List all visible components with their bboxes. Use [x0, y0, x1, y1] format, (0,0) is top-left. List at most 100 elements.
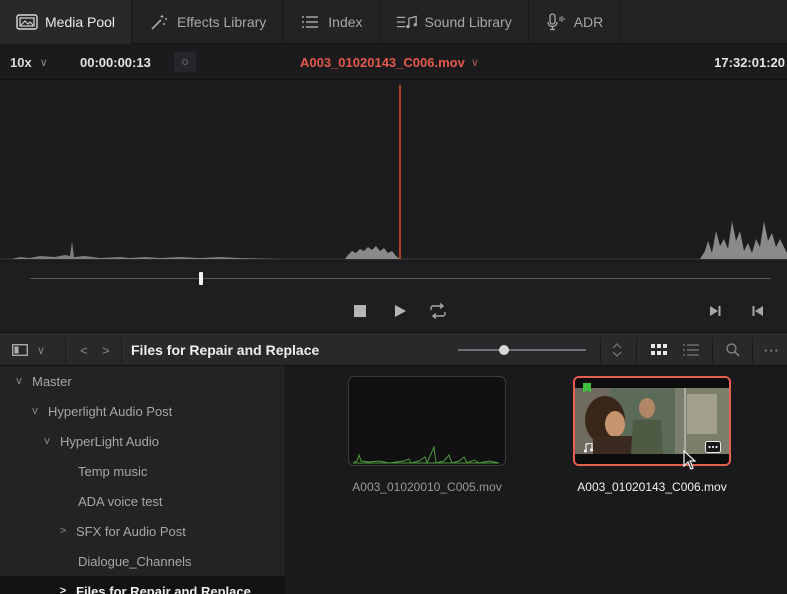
back-button[interactable]: < [80, 333, 88, 367]
bin-label: Hyperlight Audio Post [48, 403, 173, 419]
current-bin-title: Files for Repair and Replace [131, 342, 320, 358]
more-options-button[interactable]: ··· [764, 333, 780, 367]
tab-label: Index [328, 14, 363, 30]
sort-button[interactable] [612, 333, 622, 367]
media-pool-toolbar: ∨ < > Files for Repair and Replace ··· [0, 332, 787, 366]
play-button[interactable] [390, 301, 410, 321]
scrub-track [30, 278, 771, 279]
clip-thumbnail[interactable] [573, 376, 731, 466]
list-view-button[interactable] [683, 333, 699, 367]
record-indicator-button[interactable] [174, 52, 196, 72]
tab-sound-library[interactable]: Sound Library [380, 0, 529, 44]
clip-item-selected[interactable]: A003_01020143_C006.mov [573, 376, 733, 494]
timecode-display: 00:00:00:13 [80, 54, 151, 70]
tab-label: Media Pool [45, 14, 116, 30]
bin-label: Master [32, 373, 72, 389]
sort-updown-icon [612, 343, 622, 357]
bin-item-sfx-for-audio-post[interactable]: > SFX for Audio Post [0, 516, 285, 546]
chevron-down-icon: v [16, 375, 22, 387]
bin-label: Temp music [78, 463, 148, 479]
jump-to-end-icon [710, 306, 721, 316]
microphone-icon [545, 13, 567, 31]
source-timecode: 17:32:01:20 [714, 54, 785, 70]
chevron-left-icon: < [80, 342, 88, 358]
waveform-right-segment [700, 221, 787, 259]
chevron-right-icon: > [59, 525, 67, 537]
slider-knob[interactable] [499, 345, 509, 355]
media-pool-icon [16, 13, 38, 31]
divider [712, 337, 713, 363]
divider [752, 337, 753, 363]
bin-item-master[interactable]: v Master [0, 366, 285, 396]
index-list-icon [299, 13, 321, 31]
clip-thumbnail[interactable] [348, 376, 506, 466]
clip-name-dropdown[interactable]: A003_01020143_C006.mov ∨ [300, 44, 479, 80]
jump-to-end-button[interactable] [705, 301, 725, 321]
divider [600, 337, 601, 363]
waveform-display [0, 85, 787, 260]
ellipsis-icon: ··· [764, 342, 780, 358]
circle-icon [182, 59, 188, 65]
bin-label: Dialogue_Channels [78, 553, 192, 569]
divider [121, 337, 122, 363]
clip-item[interactable]: A003_01020010_C005.mov [348, 376, 508, 494]
grid-view-icon [651, 344, 667, 355]
scrub-bar[interactable] [0, 263, 787, 293]
chevron-down-icon: v [44, 435, 50, 447]
audio-waveform-thumbnail [352, 445, 500, 465]
tab-label: Effects Library [177, 14, 267, 30]
play-icon [395, 305, 406, 317]
clip-filename: A003_01020010_C005.mov [352, 480, 502, 494]
tab-media-pool[interactable]: Media Pool [0, 0, 133, 44]
jump-to-start-icon [752, 306, 763, 316]
panel-tab-bar: Media Pool Effects Library Index Sound L… [0, 0, 787, 44]
stop-button[interactable] [350, 301, 370, 321]
divider [65, 337, 66, 363]
jump-to-start-button[interactable] [748, 301, 768, 321]
search-button[interactable] [726, 333, 740, 367]
bin-label: Files for Repair and Replace [76, 583, 251, 594]
transport-controls [0, 293, 787, 329]
clip-options-icon[interactable] [705, 440, 721, 458]
tab-index[interactable]: Index [283, 0, 380, 44]
chevron-down-icon: ∨ [470, 56, 479, 69]
zoom-level: 10x [10, 54, 32, 70]
scrub-handle[interactable] [199, 272, 203, 285]
thumbnail-size-slider[interactable] [458, 345, 586, 355]
chevron-down-icon: ∨ [39, 56, 48, 69]
stop-icon [354, 305, 366, 317]
bin-item-hyperlight-audio-post[interactable]: v Hyperlight Audio Post [0, 396, 285, 426]
bin-list: v Master v Hyperlight Audio Post v HyperLig… [0, 366, 286, 594]
waveform-left-segment [12, 241, 280, 259]
chevron-down-icon: ∨ [37, 344, 46, 357]
effects-wand-icon [148, 13, 170, 31]
tab-adr[interactable]: ADR [529, 0, 621, 44]
bin-item-ada-voice-test[interactable]: ADA voice test [0, 486, 285, 516]
bin-item-temp-music[interactable]: Temp music [0, 456, 285, 486]
bin-label: ADA voice test [78, 493, 163, 509]
tab-label: Sound Library [424, 14, 512, 30]
bin-item-dialogue-channels[interactable]: Dialogue_Channels [0, 546, 285, 576]
flag-icon [583, 380, 591, 398]
thumbnail-view-button[interactable] [651, 333, 667, 367]
music-note-icon [583, 440, 594, 458]
tab-effects-library[interactable]: Effects Library [132, 0, 284, 44]
chevron-right-icon: > [59, 585, 67, 594]
list-view-icon [683, 344, 699, 356]
loop-icon [430, 303, 446, 319]
waveform-viewer[interactable] [0, 81, 787, 263]
bin-item-files-for-repair-and-replace[interactable]: > Files for Repair and Replace [0, 576, 285, 594]
forward-button[interactable]: > [102, 333, 110, 367]
mouse-cursor-icon [683, 449, 697, 475]
search-icon [726, 343, 740, 357]
clip-name: A003_01020143_C006.mov [300, 54, 465, 70]
waveform-middle-segment [345, 246, 400, 259]
loop-button[interactable] [428, 301, 448, 321]
bin-label: SFX for Audio Post [76, 523, 186, 539]
divider [636, 337, 637, 363]
zoom-dropdown[interactable]: 10x ∨ [10, 44, 48, 80]
bin-item-hyperlight-audio[interactable]: v HyperLight Audio [0, 426, 285, 456]
bin-view-toggle-button[interactable]: ∨ [12, 333, 45, 367]
viewer-header: 10x ∨ 00:00:00:13 A003_01020143_C006.mov… [0, 44, 787, 80]
bin-label: HyperLight Audio [60, 433, 160, 449]
